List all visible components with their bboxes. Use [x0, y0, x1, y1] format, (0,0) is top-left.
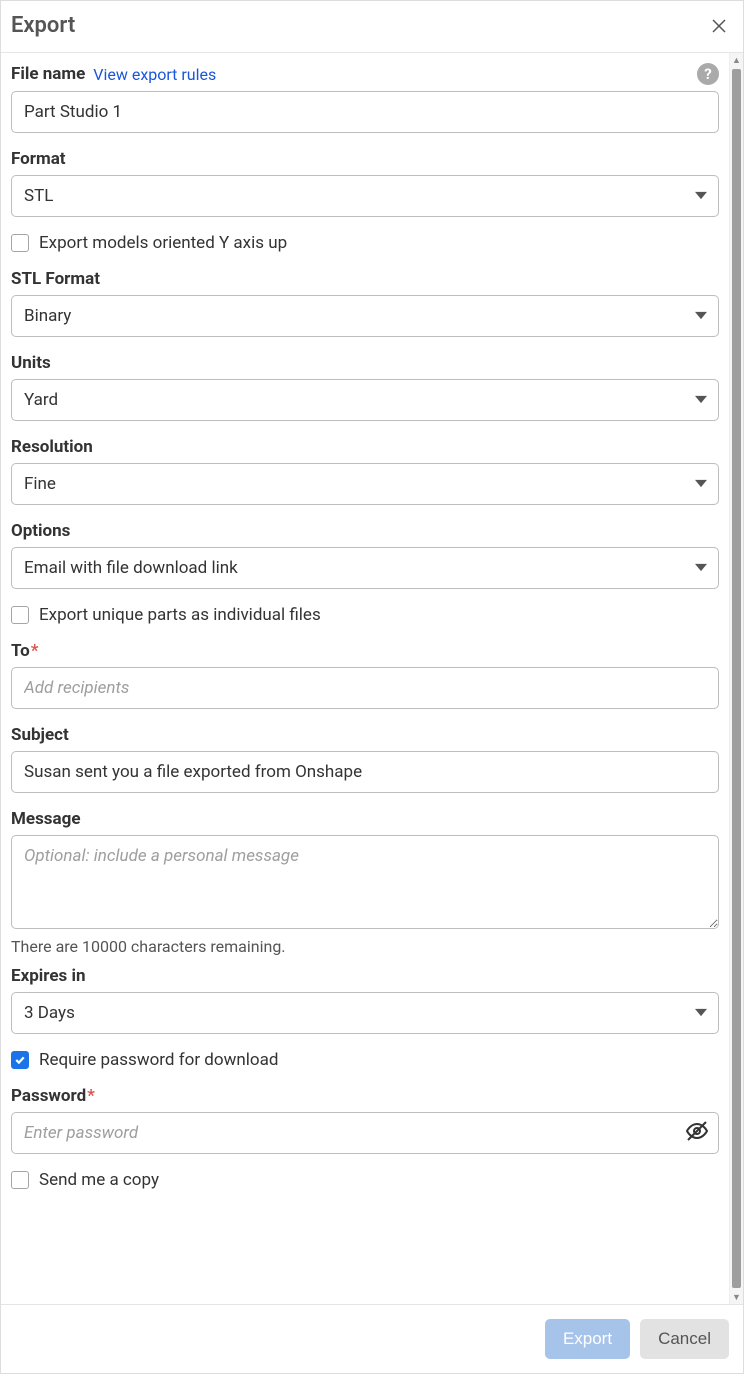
subject-input[interactable] [11, 751, 719, 793]
password-label: Password [11, 1086, 86, 1106]
field-to: To* [11, 641, 719, 709]
view-export-rules-link[interactable]: View export rules [93, 65, 216, 84]
close-button[interactable] [709, 16, 729, 36]
require-password-checkbox[interactable] [11, 1051, 29, 1069]
stl-format-label: STL Format [11, 269, 100, 289]
help-icon[interactable]: ? [697, 63, 719, 85]
dialog-body: File name View export rules ? Format STL… [1, 53, 729, 1304]
send-copy-row[interactable]: Send me a copy [11, 1170, 719, 1190]
cancel-button[interactable]: Cancel [640, 1319, 729, 1359]
message-label: Message [11, 809, 81, 829]
field-expires: Expires in 3 Days [11, 966, 719, 1034]
y-axis-up-checkbox[interactable] [11, 234, 29, 252]
password-input[interactable] [11, 1112, 719, 1154]
resolution-label: Resolution [11, 437, 93, 457]
field-file-name: File name View export rules ? [11, 63, 719, 133]
y-axis-up-row[interactable]: Export models oriented Y axis up [11, 233, 719, 253]
toggle-password-visibility[interactable] [685, 1119, 709, 1147]
options-select[interactable]: Email with file download link [11, 547, 719, 589]
to-input[interactable] [11, 667, 719, 709]
dialog-body-wrap: File name View export rules ? Format STL… [1, 53, 743, 1304]
units-label: Units [11, 353, 51, 373]
field-subject: Subject [11, 725, 719, 793]
scrollbar[interactable]: ▲ ▼ [729, 53, 743, 1304]
unique-parts-row[interactable]: Export unique parts as individual files [11, 605, 719, 625]
unique-parts-checkbox[interactable] [11, 606, 29, 624]
to-label: To [11, 641, 30, 661]
options-label: Options [11, 521, 70, 541]
scrollbar-thumb[interactable] [732, 69, 741, 1288]
file-name-label-row: File name View export rules ? [11, 63, 719, 85]
require-password-row[interactable]: Require password for download [11, 1050, 719, 1070]
send-copy-checkbox[interactable] [11, 1171, 29, 1189]
dialog-title: Export [11, 13, 75, 38]
close-icon [710, 17, 728, 35]
dialog-footer: Export Cancel [1, 1304, 743, 1373]
scroll-down-icon[interactable]: ▼ [730, 1290, 743, 1304]
message-char-note: There are 10000 characters remaining. [11, 937, 719, 956]
resolution-select[interactable]: Fine [11, 463, 719, 505]
y-axis-up-label: Export models oriented Y axis up [39, 233, 287, 253]
require-password-label: Require password for download [39, 1050, 278, 1070]
export-dialog: Export File name View export rules ? For… [0, 0, 744, 1374]
field-message: Message There are 10000 characters remai… [11, 809, 719, 956]
format-label: Format [11, 149, 66, 169]
file-name-label: File name [11, 64, 85, 84]
message-textarea[interactable] [11, 835, 719, 929]
format-select[interactable]: STL [11, 175, 719, 217]
required-star: * [87, 1086, 95, 1106]
check-icon [14, 1054, 26, 1066]
eye-off-icon [685, 1119, 709, 1143]
expires-label: Expires in [11, 966, 86, 986]
expires-select[interactable]: 3 Days [11, 992, 719, 1034]
field-resolution: Resolution Fine [11, 437, 719, 505]
file-name-input[interactable] [11, 91, 719, 133]
subject-label: Subject [11, 725, 69, 745]
field-password: Password* [11, 1086, 719, 1154]
export-button[interactable]: Export [545, 1319, 630, 1359]
field-stl-format: STL Format Binary [11, 269, 719, 337]
field-format: Format STL [11, 149, 719, 217]
send-copy-label: Send me a copy [39, 1170, 159, 1190]
units-select[interactable]: Yard [11, 379, 719, 421]
field-options: Options Email with file download link [11, 521, 719, 589]
scroll-up-icon[interactable]: ▲ [730, 53, 743, 67]
dialog-header: Export [1, 1, 743, 53]
stl-format-select[interactable]: Binary [11, 295, 719, 337]
required-star: * [31, 641, 39, 661]
field-units: Units Yard [11, 353, 719, 421]
unique-parts-label: Export unique parts as individual files [39, 605, 321, 625]
